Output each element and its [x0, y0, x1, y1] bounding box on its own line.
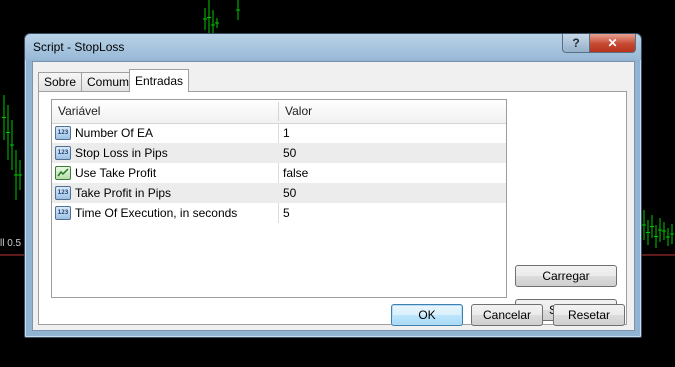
row-name-cell: Use Take Profit: [55, 163, 156, 183]
tab-entradas[interactable]: Entradas: [129, 69, 190, 92]
help-icon: ?: [572, 36, 580, 50]
table-row[interactable]: 123 Time Of Execution, in seconds 5: [52, 203, 506, 223]
row-name: Take Profit in Pips: [75, 186, 172, 200]
cancel-button[interactable]: Cancelar: [471, 304, 543, 326]
table-row[interactable]: 123 Number Of EA 1: [52, 123, 506, 143]
row-name-cell: 123 Stop Loss in Pips: [55, 143, 168, 163]
inputs-tab-panel: Variável Valor 123 Number Of EA 1 123 St…: [38, 91, 627, 325]
table-row[interactable]: Use Take Profit false: [52, 163, 506, 183]
inputs-grid: Variável Valor 123 Number Of EA 1 123 St…: [51, 99, 507, 298]
script-dialog: Script - StopLoss ? ✕ Sobre Comum Entrad…: [24, 33, 642, 338]
load-button[interactable]: Carregar: [515, 265, 617, 287]
grid-header: Variável Valor: [52, 100, 506, 124]
ok-button[interactable]: OK: [391, 304, 463, 326]
row-name-cell: 123 Take Profit in Pips: [55, 183, 171, 203]
tab-label: Entradas: [135, 74, 184, 88]
title-bar[interactable]: Script - StopLoss ? ✕: [25, 34, 641, 60]
reset-button[interactable]: Resetar: [553, 304, 625, 326]
tab-label: Sobre: [44, 75, 77, 89]
integer-type-icon: 123: [55, 186, 71, 200]
table-row[interactable]: 123 Take Profit in Pips 50: [52, 183, 506, 203]
row-value[interactable]: 50: [283, 183, 296, 203]
row-name: Number Of EA: [75, 126, 154, 140]
integer-type-icon: 123: [55, 206, 71, 220]
column-header-variable[interactable]: Variável: [52, 100, 278, 123]
integer-type-icon: 123: [55, 126, 71, 140]
tab-comum[interactable]: Comum: [81, 72, 136, 91]
row-value[interactable]: 1: [283, 123, 290, 143]
tab-sobre[interactable]: Sobre: [38, 72, 83, 91]
row-value[interactable]: 50: [283, 143, 296, 163]
row-value[interactable]: 5: [283, 203, 290, 223]
boolean-type-icon: [55, 166, 71, 180]
row-value[interactable]: false: [283, 163, 308, 183]
window-title: Script - StopLoss: [33, 40, 125, 54]
dialog-client-area: Sobre Comum Entradas Variável Valor 123 …: [32, 61, 635, 331]
close-button[interactable]: ✕: [589, 34, 636, 53]
table-row[interactable]: 123 Stop Loss in Pips 50: [52, 143, 506, 163]
column-header-value[interactable]: Valor: [279, 100, 505, 123]
help-button[interactable]: ?: [562, 34, 590, 53]
background-price-label: ll 0.5: [0, 238, 22, 249]
row-name: Stop Loss in Pips: [75, 146, 168, 160]
row-name: Use Take Profit: [75, 166, 157, 180]
row-name-cell: 123 Number Of EA: [55, 123, 153, 143]
close-icon: ✕: [607, 36, 618, 50]
tab-label: Comum: [87, 75, 130, 89]
integer-type-icon: 123: [55, 146, 71, 160]
row-name: Time Of Execution, in seconds: [75, 206, 238, 220]
row-name-cell: 123 Time Of Execution, in seconds: [55, 203, 237, 223]
